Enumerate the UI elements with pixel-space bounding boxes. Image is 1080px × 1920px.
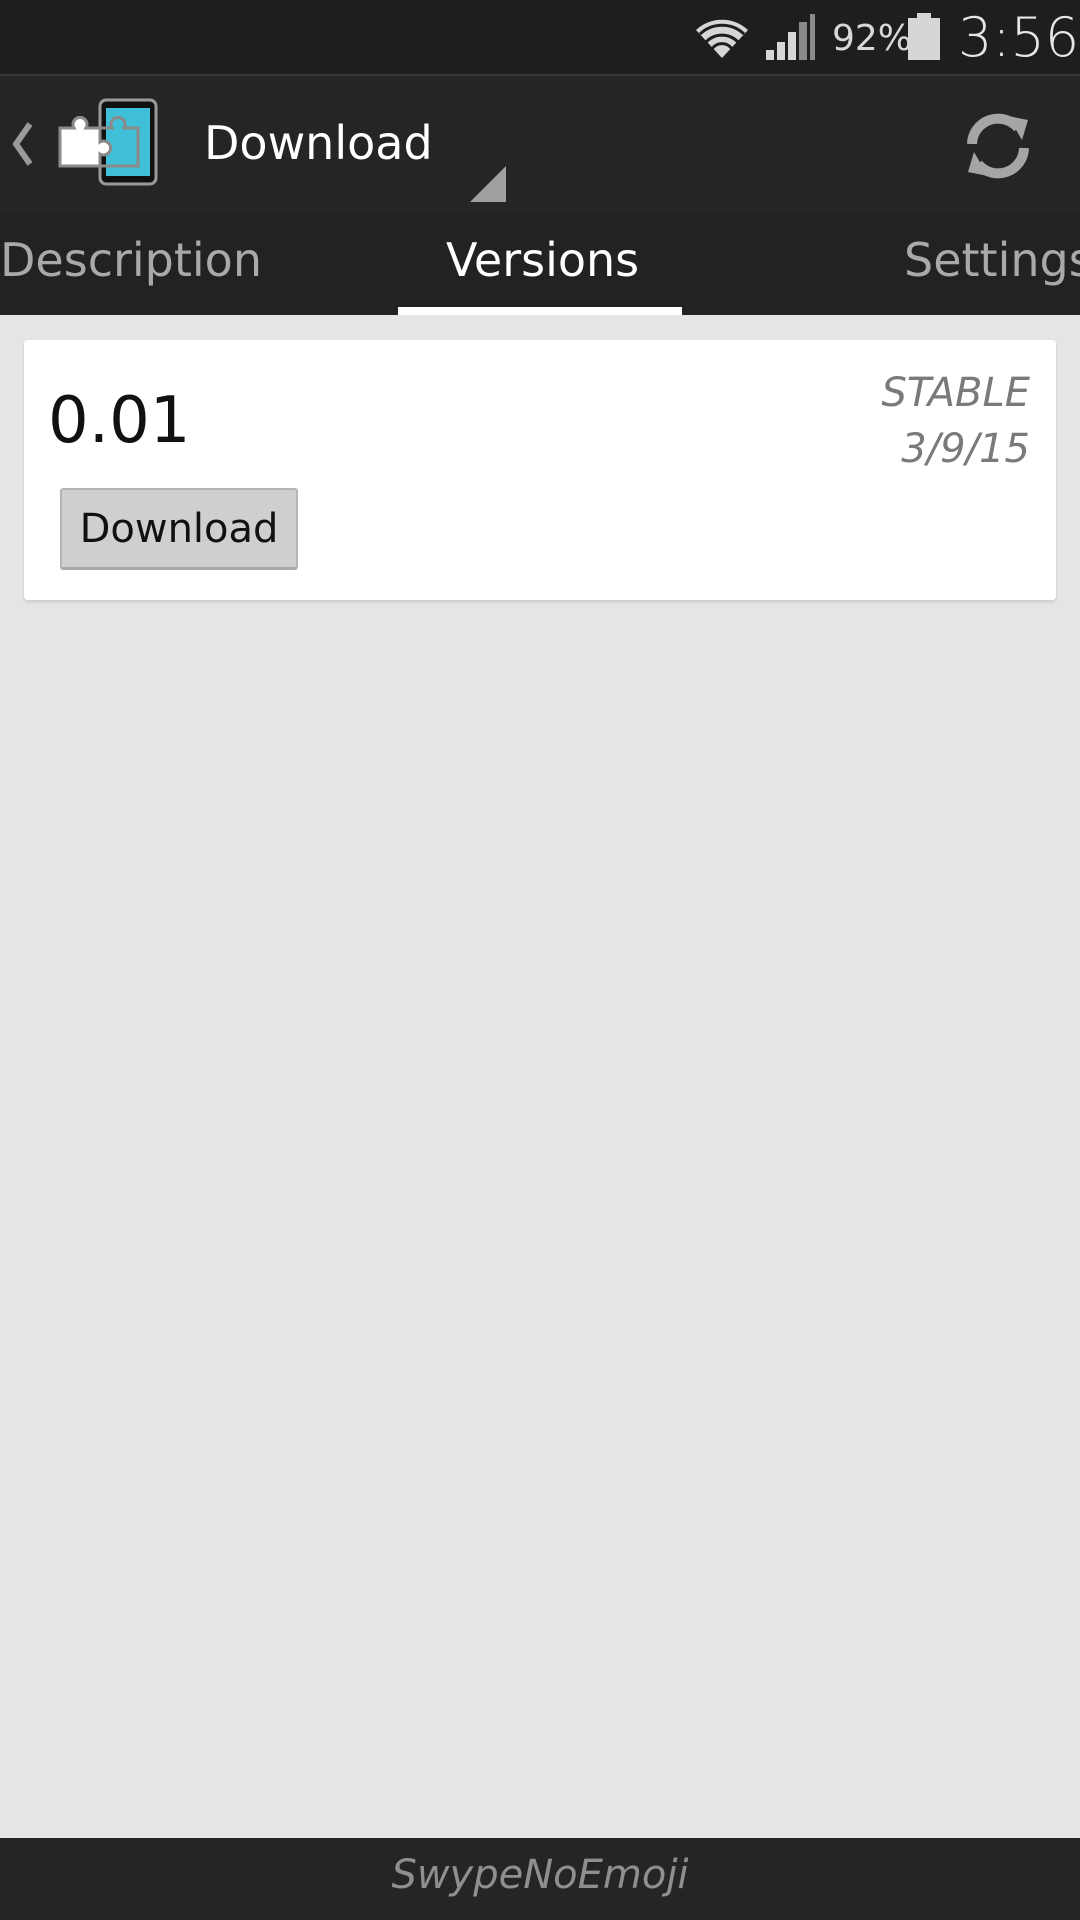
wifi-icon [696,19,748,58]
battery-percent: 92% [832,18,913,59]
tab-description[interactable]: Description [0,233,262,287]
spinner-triangle-icon[interactable] [468,164,508,204]
refresh-icon[interactable] [958,106,1038,186]
version-date: 3/9/15 [901,426,1030,472]
version-status: STABLE [881,370,1030,416]
tab-bar: Description Versions Settings [0,213,1080,315]
screen: 92% 3:56 Download Description Versions S… [0,0,1080,1920]
version-card: 0.01 STABLE 3/9/15 Download [24,340,1056,600]
battery-icon [908,13,940,60]
app-logo-icon[interactable] [56,98,160,188]
tab-versions[interactable]: Versions [446,233,639,287]
tab-settings[interactable]: Settings [904,233,1080,287]
status-bar: 92% 3:56 [0,0,1080,76]
back-chevron-icon[interactable] [10,120,36,168]
signal-icon [766,14,815,60]
bottom-bar: SwypeNoEmoji [0,1838,1080,1920]
status-clock: 3:56 [958,6,1080,69]
tab-selected-indicator [398,307,682,315]
action-bar-title[interactable]: Download [204,116,433,170]
bottom-bar-label: SwypeNoEmoji [391,1852,689,1898]
version-number: 0.01 [48,384,191,458]
download-button[interactable]: Download [60,488,298,570]
action-bar: Download [0,76,1080,213]
